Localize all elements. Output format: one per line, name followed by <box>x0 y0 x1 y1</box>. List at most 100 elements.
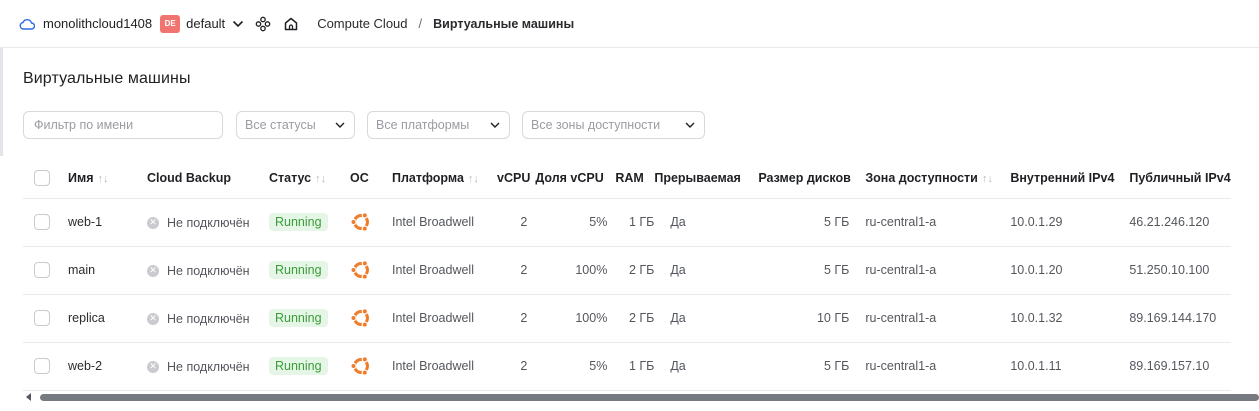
row-select-cell <box>23 342 68 391</box>
home-icon[interactable] <box>283 16 299 32</box>
breadcrumb-current: Виртуальные машины <box>433 16 575 31</box>
vcpu: 2 <box>497 246 531 295</box>
row-checkbox[interactable] <box>34 358 50 374</box>
row-checkbox[interactable] <box>34 214 50 230</box>
sort-icon[interactable]: ↑↓ <box>468 173 479 185</box>
disk-size: 5 ГБ <box>757 246 854 295</box>
chevron-down-icon <box>489 119 501 131</box>
table-header-row: Имя ↑↓ Cloud Backup Статус ↑↓ ОС Платформа… <box>23 158 1231 199</box>
status-cell: Running <box>269 342 350 391</box>
os-cell <box>350 198 392 247</box>
vm-name[interactable]: web-1 <box>68 198 147 247</box>
status-cell: Running <box>269 198 350 247</box>
chevron-down-icon[interactable] <box>231 17 245 31</box>
col-vcpu: vCPU <box>497 158 531 199</box>
ubuntu-icon <box>350 259 372 281</box>
platform: Intel Broadwell <box>392 246 497 295</box>
horizontal-scrollbar[interactable] <box>26 392 1259 402</box>
folder-badge: DE <box>160 14 181 33</box>
table-row[interactable]: web-2 ✕ Не подключён Running Intel Broadwell… <box>23 342 1231 391</box>
os-cell <box>350 342 392 391</box>
os-cell <box>350 294 392 343</box>
preemptible: Да <box>654 342 758 391</box>
vcpu-share: 5% <box>530 342 610 391</box>
preemptible: Да <box>654 246 758 295</box>
zone: ru-central1-a <box>853 198 999 247</box>
zone: ru-central1-a <box>853 246 999 295</box>
backup-cell: ✕ Не подключён <box>147 294 269 343</box>
platform-filter-select[interactable]: Все платформы <box>367 111 510 139</box>
row-select-cell <box>23 198 68 247</box>
not-connected-icon: ✕ <box>147 312 159 325</box>
vm-name[interactable]: web-2 <box>68 342 147 391</box>
status-cell: Running <box>269 294 350 343</box>
col-public-ip: Публичный IPv4 <box>1117 158 1231 199</box>
zone-filter-label: Все зоны доступности <box>531 118 661 132</box>
public-ip: 89.169.144.170 <box>1117 294 1231 343</box>
sort-icon[interactable]: ↑↓ <box>315 173 326 185</box>
scrollbar-thumb[interactable] <box>40 394 1259 401</box>
ram: 2 ГБ <box>609 246 655 295</box>
col-disk-size-label: Размер дисков <box>758 170 851 185</box>
vcpu-share: 100% <box>530 246 610 295</box>
col-status[interactable]: Статус ↑↓ <box>269 158 350 199</box>
name-filter-input[interactable]: Фильтр по имени <box>23 111 223 139</box>
folder-name[interactable]: default <box>186 16 225 31</box>
table-row[interactable]: replica ✕ Не подключён Running Intel Broadwe… <box>23 294 1231 343</box>
col-backup: Cloud Backup <box>147 158 269 199</box>
backup-status: Не подключён <box>167 263 250 278</box>
ubuntu-icon <box>350 307 372 329</box>
select-all-checkbox[interactable] <box>34 169 50 186</box>
zone-filter-select[interactable]: Все зоны доступности <box>522 111 705 139</box>
not-connected-icon: ✕ <box>147 360 159 373</box>
col-name[interactable]: Имя ↑↓ <box>68 158 147 199</box>
col-vcpu-label: vCPU <box>497 170 531 185</box>
ram: 1 ГБ <box>609 342 655 391</box>
col-public-ip-label: Публичный IPv4 <box>1129 170 1231 185</box>
platform: Intel Broadwell <box>392 198 497 247</box>
col-preemptible: Прерываемая <box>654 158 758 199</box>
sort-icon[interactable]: ↑↓ <box>98 173 109 185</box>
internal-ip: 10.0.1.32 <box>998 294 1118 343</box>
status-badge: Running <box>269 213 328 231</box>
table-row[interactable]: main ✕ Не подключён Running Intel Broadwell 2… <box>23 246 1231 295</box>
col-platform[interactable]: Платформа ↑↓ <box>392 158 497 199</box>
col-status-label: Статус <box>269 170 312 185</box>
status-badge: Running <box>269 357 328 375</box>
col-vcpu-share: Доля vCPU <box>530 158 610 199</box>
ubuntu-icon <box>350 355 372 377</box>
status-badge: Running <box>269 261 328 279</box>
status-filter-select[interactable]: Все статусы <box>236 111 355 139</box>
disk-size: 5 ГБ <box>757 342 854 391</box>
cloud-icon <box>19 18 35 30</box>
backup-cell: ✕ Не подключён <box>147 342 269 391</box>
col-internal-ip-label: Внутренний IPv4 <box>1010 170 1115 185</box>
public-ip: 89.169.157.10 <box>1117 342 1231 391</box>
platform: Intel Broadwell <box>392 294 497 343</box>
zone: ru-central1-a <box>853 294 999 343</box>
col-disk-size: Размер дисков <box>757 158 854 199</box>
ram: 1 ГБ <box>609 198 655 247</box>
col-vcpu-share-label: Доля vCPU <box>535 170 604 185</box>
disk-size: 5 ГБ <box>757 198 854 247</box>
backup-status: Не подключён <box>167 359 250 374</box>
platform-filter-label: Все платформы <box>376 118 470 132</box>
col-zone-label: Зона доступности <box>865 170 978 185</box>
services-icon[interactable] <box>255 16 271 32</box>
page-title: Виртуальные машины <box>23 70 191 87</box>
vm-name[interactable]: main <box>68 246 147 295</box>
row-checkbox[interactable] <box>34 310 50 326</box>
breadcrumb-compute-cloud[interactable]: Compute Cloud <box>317 16 407 31</box>
table-row[interactable]: web-1 ✕ Не подключён Running Intel Broadwell… <box>23 198 1231 247</box>
scroll-left-arrow-icon[interactable] <box>26 393 34 401</box>
col-ram-label: RAM <box>615 170 644 185</box>
sort-icon[interactable]: ↑↓ <box>982 173 993 185</box>
chevron-down-icon <box>684 119 696 131</box>
not-connected-icon: ✕ <box>147 264 159 277</box>
cloud-name[interactable]: monolithcloud1408 <box>43 16 152 31</box>
filters-bar: Фильтр по имени Все статусы Все платформ… <box>23 111 717 139</box>
col-internal-ip: Внутренний IPv4 <box>998 158 1118 199</box>
row-checkbox[interactable] <box>34 262 50 278</box>
vm-name[interactable]: replica <box>68 294 147 343</box>
col-zone[interactable]: Зона доступности ↑↓ <box>853 158 999 199</box>
